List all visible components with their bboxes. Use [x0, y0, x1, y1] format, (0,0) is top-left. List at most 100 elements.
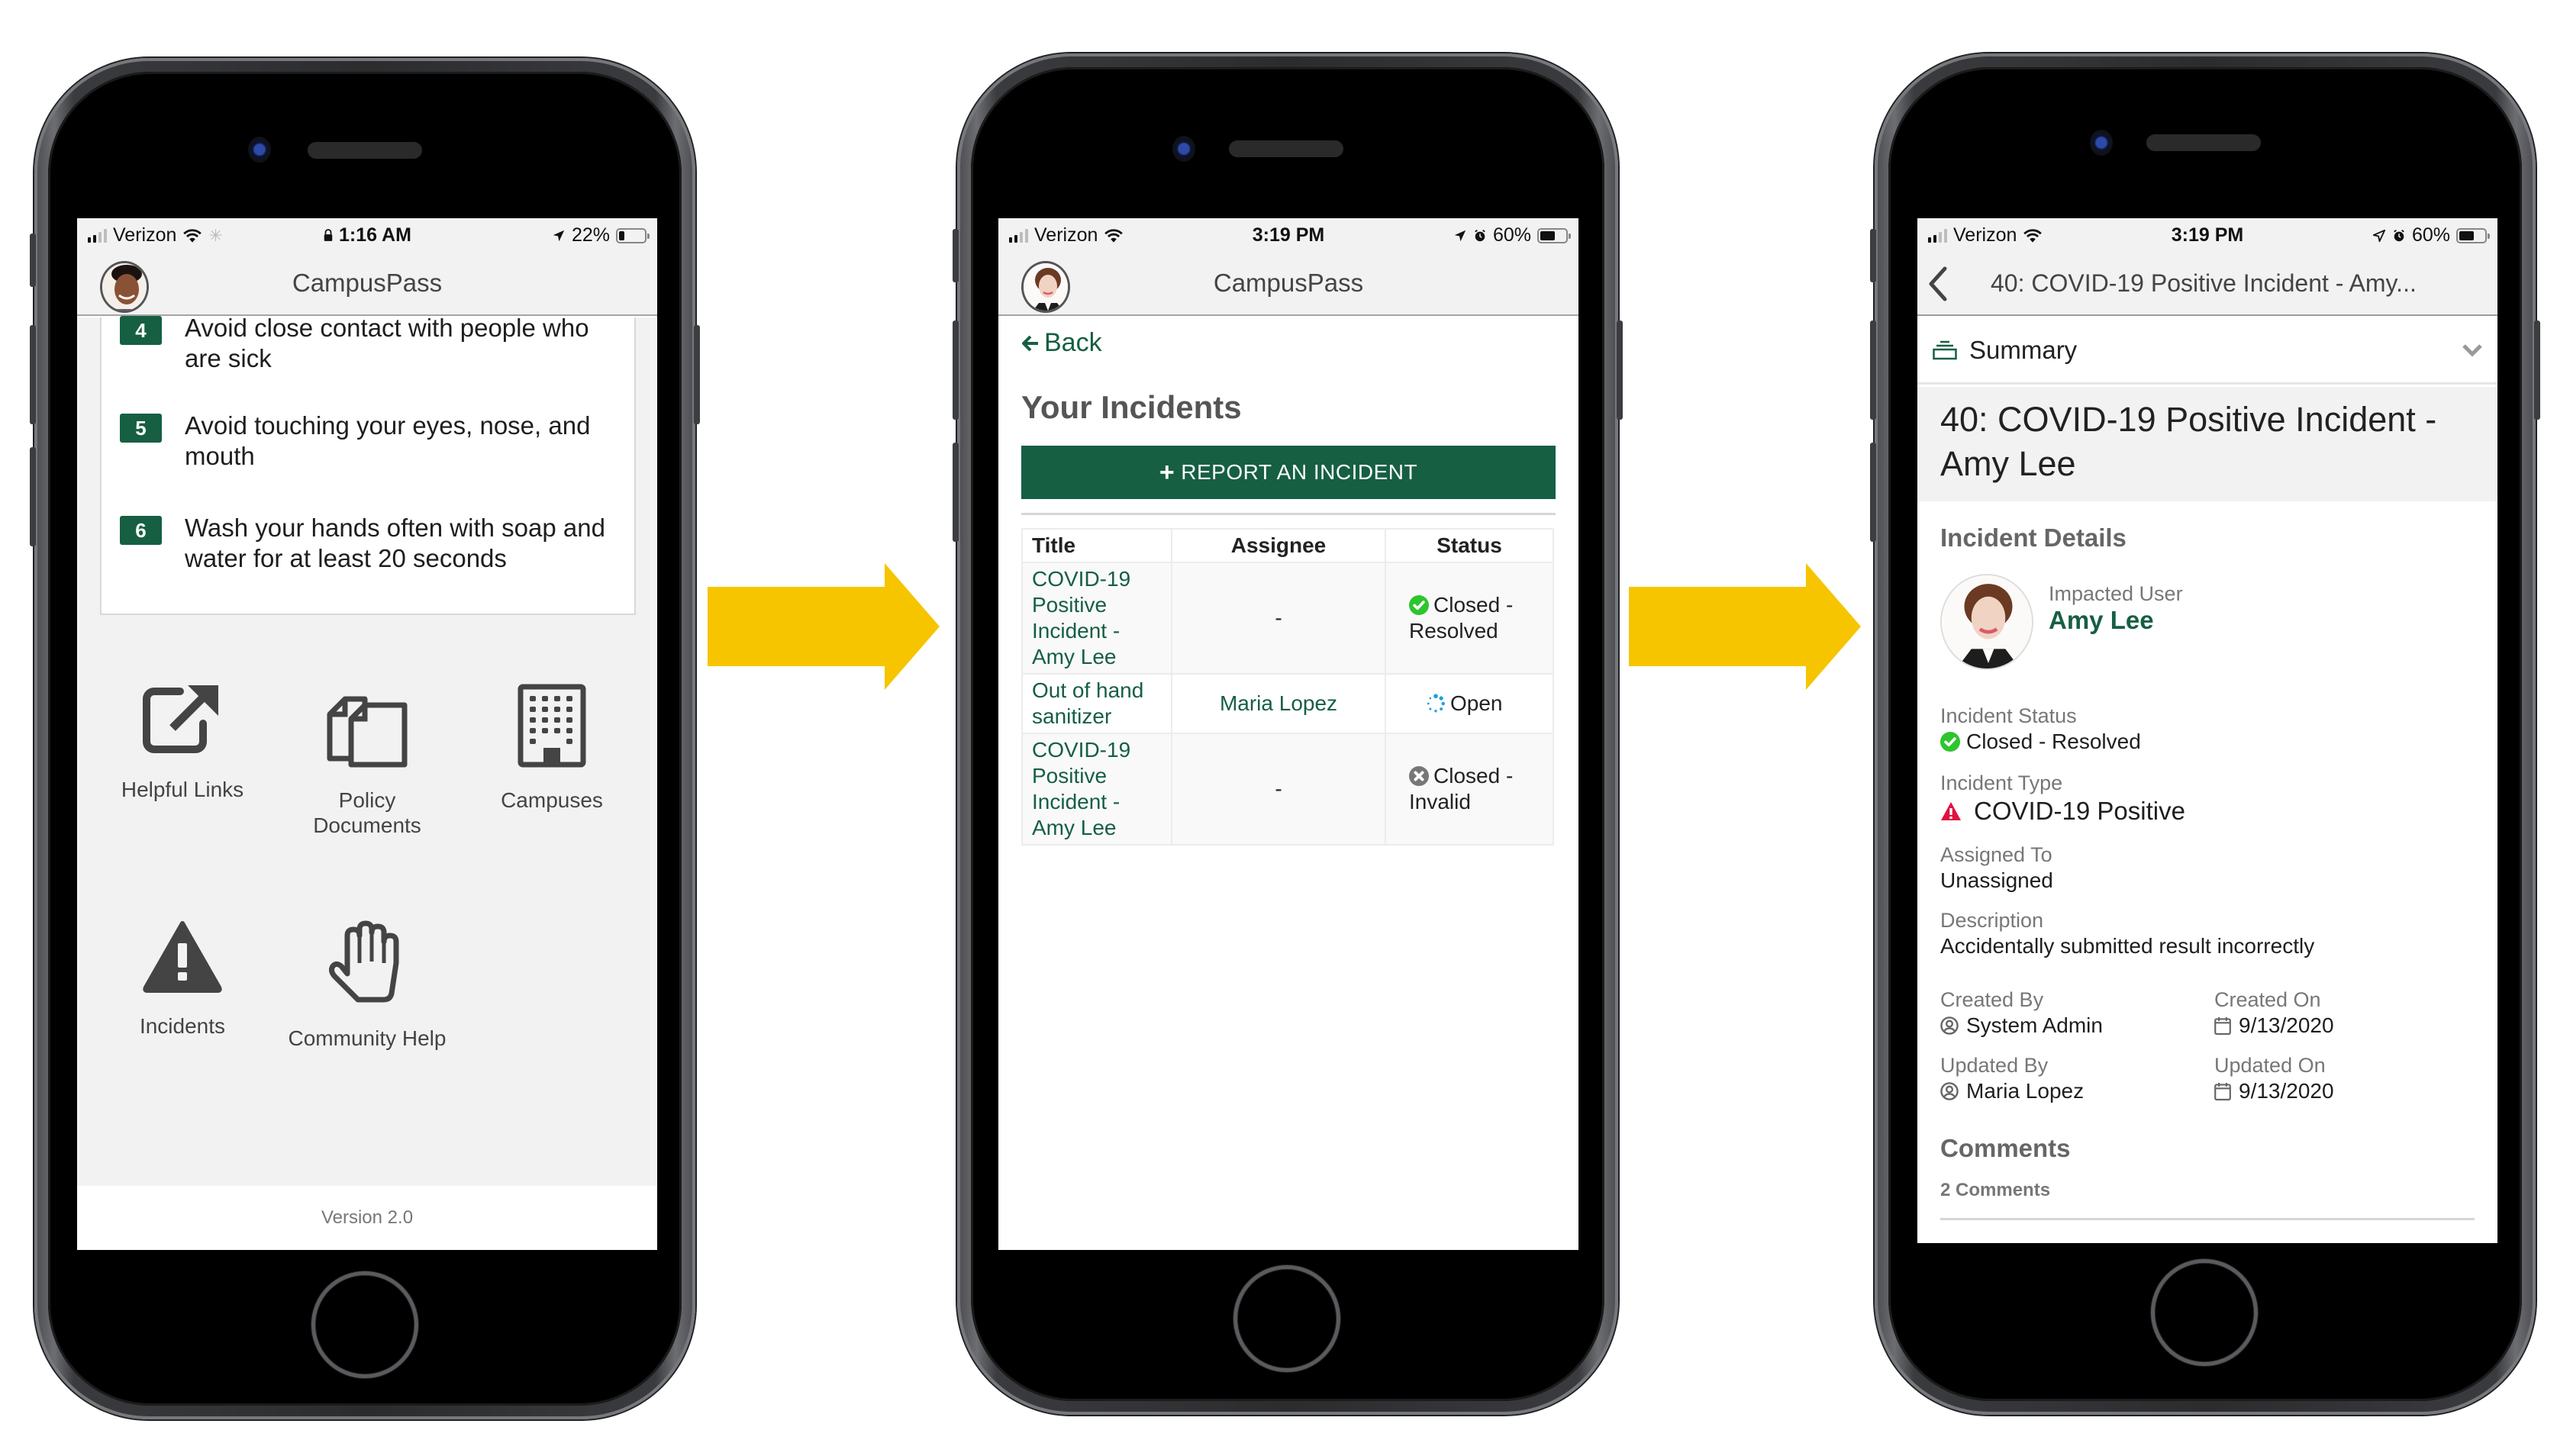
phone-side-button [953, 229, 959, 282]
hand-icon [329, 920, 399, 1003]
incident-type-label: Incident Type [1940, 771, 2063, 794]
impacted-user-avatar[interactable] [1940, 574, 2033, 670]
home-button[interactable] [2151, 1259, 2258, 1366]
tile-policy-documents[interactable]: Policy Documents [283, 684, 451, 838]
status-bar: Verizon 3:19 PM 60% [998, 218, 1578, 252]
incident-type-field: Incident Type COVID-19 Positive [1940, 771, 2475, 827]
screen-incidents: Verizon 3:19 PM 60% CampusPass Back Your… [998, 218, 1578, 1250]
front-camera [248, 137, 271, 163]
screen-home: Verizon ✳ 1:16 AM 22% CampusPass 4 Avoid… [77, 218, 657, 1250]
home-content: 4 Avoid close contact with people who ar… [77, 314, 657, 1250]
tile-community-help[interactable]: Community Help [283, 920, 451, 1051]
check-circle-icon [1940, 732, 1960, 752]
phone-power-button [2534, 321, 2540, 420]
incident-status: Closed - Resolved [1385, 562, 1554, 675]
chevron-down-icon [2462, 344, 2482, 357]
summary-dropdown[interactable]: Summary [1917, 317, 2497, 385]
incidents-table: Title Assignee Status COVID-19 Positive … [1021, 528, 1554, 846]
earpiece-speaker [2146, 134, 2261, 151]
created-by-value: System Admin [1966, 1013, 2103, 1037]
tip-item: 4 Avoid close contact with people who ar… [120, 313, 619, 374]
incident-title-link[interactable]: Out of hand sanitizer [1021, 673, 1172, 734]
front-camera [1172, 136, 1195, 162]
assigned-to-field: Assigned To Unassigned [1940, 842, 2475, 894]
report-incident-button[interactable]: + REPORT AN INCIDENT [1021, 446, 1556, 499]
arrow-left-icon [1022, 335, 1038, 351]
created-by-label: Created By [1940, 988, 2044, 1011]
building-icon [518, 684, 586, 768]
updated-by-value: Maria Lopez [1966, 1079, 2085, 1103]
user-icon [1940, 1016, 1959, 1035]
description-label: Description [1940, 909, 2044, 932]
home-button[interactable] [1233, 1265, 1340, 1372]
comments-divider [1940, 1218, 2475, 1220]
phone-frame-incidents: Verizon 3:19 PM 60% CampusPass Back Your… [953, 53, 1623, 1415]
warning-icon [143, 921, 222, 993]
phone-side-button [30, 234, 36, 287]
nav-bar: 40: COVID-19 Positive Incident - Amy... [1917, 252, 2497, 316]
comments-heading: Comments [1940, 1134, 2071, 1162]
app-title: CampusPass [1213, 269, 1364, 297]
impacted-user-name[interactable]: Amy Lee [2049, 606, 2183, 635]
table-row[interactable]: Out of hand sanitizer Maria Lopez Open [1021, 673, 1554, 734]
battery-percent: 60% [1492, 224, 1531, 246]
incident-status-label: Incident Status [1940, 704, 2077, 727]
chevron-left-icon[interactable] [1927, 266, 1949, 302]
app-header: CampusPass [998, 252, 1578, 316]
column-header-title[interactable]: Title [1021, 528, 1172, 563]
nav-title: 40: COVID-19 Positive Incident - Amy... [1991, 269, 2417, 297]
phone-side-button [1870, 229, 1876, 282]
updated-on-value: 9/13/2020 [2239, 1079, 2334, 1103]
battery-icon [1537, 227, 1571, 243]
incident-assignee: - [1171, 562, 1386, 675]
divider [1021, 513, 1556, 515]
x-circle-icon [1409, 766, 1429, 786]
status-time: 3:19 PM [1252, 224, 1325, 246]
updated-on-label: Updated On [2214, 1054, 2326, 1077]
tip-number-badge: 4 [120, 316, 162, 345]
updated-by-label: Updated By [1940, 1054, 2049, 1077]
incident-title-link[interactable]: COVID-19 Positive Incident - Amy Lee [1021, 733, 1172, 846]
comments-count[interactable]: 2 Comments [1940, 1180, 2475, 1201]
battery-fill [2459, 230, 2475, 240]
tip-text: Avoid close contact with people who are … [185, 314, 589, 372]
incident-assignee: - [1171, 733, 1386, 846]
lock-icon [323, 227, 334, 243]
incident-status: Closed - Invalid [1385, 733, 1554, 846]
user-icon [1940, 1082, 1959, 1100]
front-camera [2090, 130, 2113, 156]
back-label: Back [1044, 328, 1102, 357]
tips-card: 4 Avoid close contact with people who ar… [100, 314, 636, 615]
tile-incidents[interactable]: Incidents [98, 920, 266, 1039]
flow-arrow-1 [708, 563, 940, 690]
phone-frame-home: Verizon ✳ 1:16 AM 22% CampusPass 4 Avoid… [30, 58, 700, 1419]
phone-power-button [1617, 321, 1623, 420]
incident-title: 40: COVID-19 Positive Incident - Amy Lee [1940, 400, 2437, 483]
tip-number-badge: 6 [120, 516, 162, 545]
table-row[interactable]: COVID-19 Positive Incident - Amy Lee - C… [1021, 733, 1554, 846]
back-link[interactable]: Back [1021, 328, 1102, 358]
phone-frame-incident-detail: Verizon 3:19 PM 60% 40: COVID-19 Positiv… [1870, 53, 2540, 1415]
status-text: Open [1450, 691, 1503, 715]
status-time: 3:19 PM [2171, 224, 2244, 246]
column-header-status[interactable]: Status [1385, 528, 1554, 563]
incidents-page: Back Your Incidents + REPORT AN INCIDENT… [998, 317, 1578, 1250]
phone-volume-down [1870, 443, 1876, 542]
updated-on-field: Updated On 9/13/2020 [2214, 1053, 2475, 1105]
app-title: CampusPass [292, 269, 443, 297]
home-button[interactable] [311, 1271, 418, 1378]
incident-assignee-link[interactable]: Maria Lopez [1171, 673, 1386, 734]
assigned-to-value: Unassigned [1940, 868, 2053, 892]
table-row[interactable]: COVID-19 Positive Incident - Amy Lee - C… [1021, 562, 1554, 675]
tile-campuses[interactable]: Campuses [468, 684, 636, 813]
app-header: CampusPass [77, 252, 657, 316]
documents-icon [327, 696, 408, 768]
phone-volume-down [30, 447, 36, 546]
external-link-icon [143, 685, 218, 753]
battery-icon [616, 227, 650, 243]
tile-helpful-links[interactable]: Helpful Links [98, 684, 266, 802]
phone-volume-up [953, 321, 959, 420]
column-header-assignee[interactable]: Assignee [1171, 528, 1386, 563]
screen-incident-detail: Verizon 3:19 PM 60% 40: COVID-19 Positiv… [1917, 218, 2497, 1243]
incident-title-link[interactable]: COVID-19 Positive Incident - Amy Lee [1021, 562, 1172, 675]
